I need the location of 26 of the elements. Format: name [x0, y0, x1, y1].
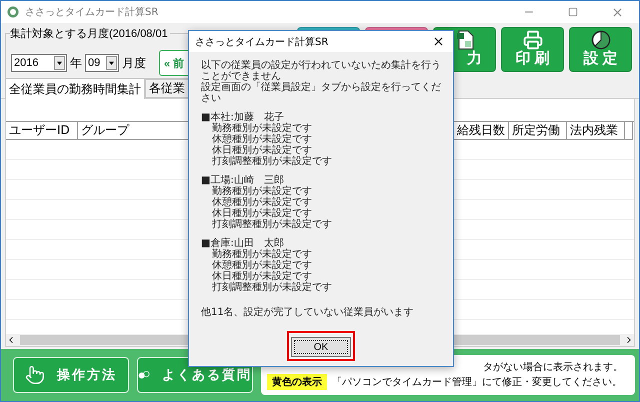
- dialog-title: ささっとタイムカード計算SR: [195, 36, 328, 48]
- employee-name: ■倉庫:山田 太郎: [201, 238, 284, 249]
- note-text: タがない場合に表示されます。: [483, 360, 624, 374]
- note-text: 「パソコンでタイムカード管理」にて修正・変更してください。: [332, 376, 622, 389]
- legend-tag: 黄色の表示: [267, 374, 327, 390]
- year-label: 年: [70, 54, 82, 72]
- column-header: ユーザーID: [6, 122, 78, 140]
- month-label: 月度: [122, 54, 146, 72]
- column-header: 所定労働: [509, 122, 567, 140]
- issue-text: 勤務種別が未設定です: [211, 186, 313, 197]
- group-label: 集計対象とする月度(2016/08/01: [10, 26, 170, 41]
- issue-text: 打刻調整種別が未設定です: [211, 219, 333, 230]
- issue-text: 休憩種別が未設定です: [211, 260, 313, 271]
- issue-text: 休日種別が未設定です: [211, 208, 313, 219]
- issue-text: 打刻調整種別が未設定です: [211, 156, 333, 167]
- issue-text: 休日種別が未設定です: [211, 271, 313, 282]
- issue-text: 打刻調整種別が未設定です: [211, 282, 333, 293]
- issue-text: 休日種別が未設定です: [211, 145, 313, 156]
- column-header: 法内残業: [567, 122, 625, 140]
- issue-text: 休憩種別が未設定です: [211, 197, 313, 208]
- issue-text: 勤務種別が未設定です: [211, 249, 313, 260]
- summary-text: 他11名、設定が完了していない従業員がいます: [201, 307, 415, 318]
- window-title: ささっとタイムカード計算SR: [25, 6, 158, 19]
- employee-name: ■本社:加藤 花子: [201, 112, 284, 123]
- employee-name: ■工場:山崎 三郎: [201, 175, 284, 186]
- issue-text: 勤務種別が未設定です: [211, 123, 313, 134]
